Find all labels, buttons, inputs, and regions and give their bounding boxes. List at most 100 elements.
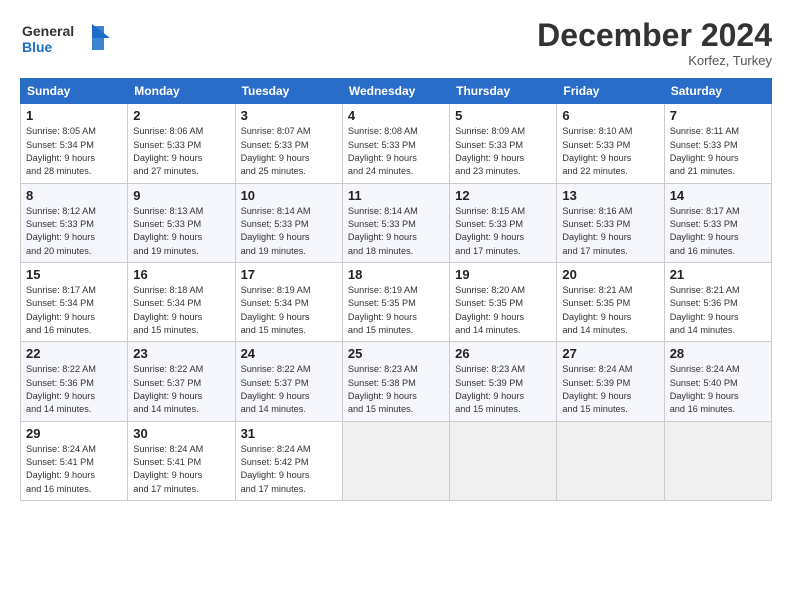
day-number: 2 — [133, 108, 229, 123]
day-info: Sunrise: 8:17 AM Sunset: 5:33 PM Dayligh… — [670, 205, 766, 258]
day-number: 10 — [241, 188, 337, 203]
day-number: 25 — [348, 346, 444, 361]
day-info: Sunrise: 8:09 AM Sunset: 5:33 PM Dayligh… — [455, 125, 551, 178]
calendar-cell-2: 2 Sunrise: 8:06 AM Sunset: 5:33 PM Daylig… — [128, 104, 235, 183]
day-info: Sunrise: 8:21 AM Sunset: 5:36 PM Dayligh… — [670, 284, 766, 337]
day-number: 28 — [670, 346, 766, 361]
day-number: 23 — [133, 346, 229, 361]
title-block: December 2024 Korfez, Turkey — [537, 18, 772, 68]
day-info: Sunrise: 8:13 AM Sunset: 5:33 PM Dayligh… — [133, 205, 229, 258]
calendar-cell-13: 13 Sunrise: 8:16 AM Sunset: 5:33 PM Dayli… — [557, 183, 664, 262]
day-number: 1 — [26, 108, 122, 123]
day-number: 17 — [241, 267, 337, 282]
day-number: 21 — [670, 267, 766, 282]
calendar-cell-6: 6 Sunrise: 8:10 AM Sunset: 5:33 PM Daylig… — [557, 104, 664, 183]
day-number: 8 — [26, 188, 122, 203]
logo: General Blue — [20, 18, 110, 67]
day-number: 30 — [133, 426, 229, 441]
day-info: Sunrise: 8:22 AM Sunset: 5:37 PM Dayligh… — [241, 363, 337, 416]
week-row-3: 15 Sunrise: 8:17 AM Sunset: 5:34 PM Dayli… — [21, 262, 772, 341]
calendar-cell-33 — [450, 421, 557, 500]
day-info: Sunrise: 8:14 AM Sunset: 5:33 PM Dayligh… — [241, 205, 337, 258]
col-sunday: Sunday — [21, 79, 128, 104]
day-number: 13 — [562, 188, 658, 203]
day-info: Sunrise: 8:24 AM Sunset: 5:41 PM Dayligh… — [26, 443, 122, 496]
calendar-cell-9: 9 Sunrise: 8:13 AM Sunset: 5:33 PM Daylig… — [128, 183, 235, 262]
day-number: 11 — [348, 188, 444, 203]
day-number: 15 — [26, 267, 122, 282]
calendar-cell-26: 26 Sunrise: 8:23 AM Sunset: 5:39 PM Dayli… — [450, 342, 557, 421]
calendar-cell-1: 1Sunrise: 8:05 AM Sunset: 5:34 PM Daylig… — [21, 104, 128, 183]
day-number: 19 — [455, 267, 551, 282]
calendar-cell-31: 31 Sunrise: 8:24 AM Sunset: 5:42 PM Dayli… — [235, 421, 342, 500]
day-number: 16 — [133, 267, 229, 282]
day-info: Sunrise: 8:22 AM Sunset: 5:36 PM Dayligh… — [26, 363, 122, 416]
day-number: 24 — [241, 346, 337, 361]
day-info: Sunrise: 8:20 AM Sunset: 5:35 PM Dayligh… — [455, 284, 551, 337]
day-info: Sunrise: 8:24 AM Sunset: 5:39 PM Dayligh… — [562, 363, 658, 416]
week-row-1: 1Sunrise: 8:05 AM Sunset: 5:34 PM Daylig… — [21, 104, 772, 183]
calendar-cell-32 — [342, 421, 449, 500]
header: General Blue December 2024 Korfez, Turke… — [20, 18, 772, 68]
calendar-cell-21: 21 Sunrise: 8:21 AM Sunset: 5:36 PM Dayli… — [664, 262, 771, 341]
calendar-cell-29: 29 Sunrise: 8:24 AM Sunset: 5:41 PM Dayli… — [21, 421, 128, 500]
calendar-cell-7: 7Sunrise: 8:11 AM Sunset: 5:33 PM Daylig… — [664, 104, 771, 183]
day-info: Sunrise: 8:10 AM Sunset: 5:33 PM Dayligh… — [562, 125, 658, 178]
calendar-cell-27: 27 Sunrise: 8:24 AM Sunset: 5:39 PM Dayli… — [557, 342, 664, 421]
week-row-5: 29 Sunrise: 8:24 AM Sunset: 5:41 PM Dayli… — [21, 421, 772, 500]
col-saturday: Saturday — [664, 79, 771, 104]
day-number: 12 — [455, 188, 551, 203]
col-monday: Monday — [128, 79, 235, 104]
day-number: 27 — [562, 346, 658, 361]
col-thursday: Thursday — [450, 79, 557, 104]
calendar-cell-19: 19 Sunrise: 8:20 AM Sunset: 5:35 PM Dayli… — [450, 262, 557, 341]
calendar-cell-10: 10 Sunrise: 8:14 AM Sunset: 5:33 PM Dayli… — [235, 183, 342, 262]
logo-text: General Blue — [20, 18, 110, 67]
calendar-table: Sunday Monday Tuesday Wednesday Thursday… — [20, 78, 772, 501]
page: General Blue December 2024 Korfez, Turke… — [0, 0, 792, 612]
calendar-cell-17: 17 Sunrise: 8:19 AM Sunset: 5:34 PM Dayli… — [235, 262, 342, 341]
day-info: Sunrise: 8:17 AM Sunset: 5:34 PM Dayligh… — [26, 284, 122, 337]
day-number: 22 — [26, 346, 122, 361]
week-row-4: 22 Sunrise: 8:22 AM Sunset: 5:36 PM Dayli… — [21, 342, 772, 421]
day-number: 5 — [455, 108, 551, 123]
day-number: 3 — [241, 108, 337, 123]
day-info: Sunrise: 8:23 AM Sunset: 5:39 PM Dayligh… — [455, 363, 551, 416]
day-number: 29 — [26, 426, 122, 441]
day-info: Sunrise: 8:18 AM Sunset: 5:34 PM Dayligh… — [133, 284, 229, 337]
day-number: 9 — [133, 188, 229, 203]
calendar-cell-25: 25Sunrise: 8:23 AM Sunset: 5:38 PM Dayli… — [342, 342, 449, 421]
day-number: 6 — [562, 108, 658, 123]
calendar-cell-5: 5 Sunrise: 8:09 AM Sunset: 5:33 PM Daylig… — [450, 104, 557, 183]
day-info: Sunrise: 8:14 AM Sunset: 5:33 PM Dayligh… — [348, 205, 444, 258]
calendar-cell-30: 30Sunrise: 8:24 AM Sunset: 5:41 PM Dayli… — [128, 421, 235, 500]
calendar-cell-8: 8 Sunrise: 8:12 AM Sunset: 5:33 PM Daylig… — [21, 183, 128, 262]
location: Korfez, Turkey — [537, 53, 772, 68]
calendar-cell-20: 20Sunrise: 8:21 AM Sunset: 5:35 PM Dayli… — [557, 262, 664, 341]
calendar-cell-18: 18Sunrise: 8:19 AM Sunset: 5:35 PM Dayli… — [342, 262, 449, 341]
day-info: Sunrise: 8:06 AM Sunset: 5:33 PM Dayligh… — [133, 125, 229, 178]
svg-text:Blue: Blue — [22, 39, 53, 55]
day-info: Sunrise: 8:12 AM Sunset: 5:33 PM Dayligh… — [26, 205, 122, 258]
calendar-cell-12: 12Sunrise: 8:15 AM Sunset: 5:33 PM Dayli… — [450, 183, 557, 262]
calendar-cell-35 — [664, 421, 771, 500]
calendar-cell-23: 23Sunrise: 8:22 AM Sunset: 5:37 PM Dayli… — [128, 342, 235, 421]
day-info: Sunrise: 8:24 AM Sunset: 5:42 PM Dayligh… — [241, 443, 337, 496]
col-tuesday: Tuesday — [235, 79, 342, 104]
day-info: Sunrise: 8:24 AM Sunset: 5:40 PM Dayligh… — [670, 363, 766, 416]
calendar-cell-15: 15 Sunrise: 8:17 AM Sunset: 5:34 PM Dayli… — [21, 262, 128, 341]
svg-text:General: General — [22, 23, 74, 39]
day-info: Sunrise: 8:19 AM Sunset: 5:34 PM Dayligh… — [241, 284, 337, 337]
calendar-cell-34 — [557, 421, 664, 500]
calendar-cell-28: 28 Sunrise: 8:24 AM Sunset: 5:40 PM Dayli… — [664, 342, 771, 421]
calendar-cell-3: 3 Sunrise: 8:07 AM Sunset: 5:33 PM Daylig… — [235, 104, 342, 183]
calendar-cell-11: 11 Sunrise: 8:14 AM Sunset: 5:33 PM Dayli… — [342, 183, 449, 262]
calendar-header-row: Sunday Monday Tuesday Wednesday Thursday… — [21, 79, 772, 104]
day-info: Sunrise: 8:16 AM Sunset: 5:33 PM Dayligh… — [562, 205, 658, 258]
col-wednesday: Wednesday — [342, 79, 449, 104]
day-info: Sunrise: 8:07 AM Sunset: 5:33 PM Dayligh… — [241, 125, 337, 178]
day-number: 26 — [455, 346, 551, 361]
day-number: 31 — [241, 426, 337, 441]
calendar-cell-14: 14Sunrise: 8:17 AM Sunset: 5:33 PM Dayli… — [664, 183, 771, 262]
day-info: Sunrise: 8:21 AM Sunset: 5:35 PM Dayligh… — [562, 284, 658, 337]
